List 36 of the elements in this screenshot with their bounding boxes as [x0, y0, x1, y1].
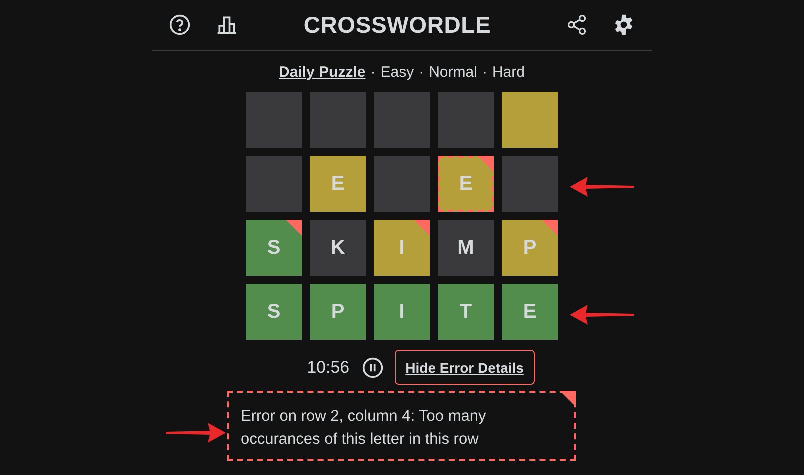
- letter-tile[interactable]: P: [502, 220, 558, 276]
- letter-tile[interactable]: [246, 92, 302, 148]
- mode-link[interactable]: Normal: [429, 64, 478, 81]
- letter-tile[interactable]: E: [438, 156, 494, 212]
- letter-tile[interactable]: [438, 92, 494, 148]
- letter-tile[interactable]: [246, 156, 302, 212]
- letter-tile[interactable]: [374, 156, 430, 212]
- letter-tile[interactable]: [502, 92, 558, 148]
- letter-tile[interactable]: P: [310, 284, 366, 340]
- letter-tile[interactable]: [502, 156, 558, 212]
- timer: 10:56: [307, 358, 350, 378]
- letter-tile[interactable]: T: [438, 284, 494, 340]
- letter-tile[interactable]: M: [438, 220, 494, 276]
- pause-icon[interactable]: [362, 356, 384, 378]
- mode-link[interactable]: Hard: [492, 64, 525, 81]
- settings-icon[interactable]: [613, 14, 635, 36]
- letter-tile[interactable]: [310, 92, 366, 148]
- error-message: Error on row 2, column 4: Too many occurances of this letter in this row: [241, 408, 486, 448]
- letter-tile[interactable]: E: [502, 284, 558, 340]
- letter-tile[interactable]: K: [310, 220, 366, 276]
- letter-tile[interactable]: I: [374, 284, 430, 340]
- bar-chart-icon[interactable]: [216, 14, 238, 36]
- letter-tile[interactable]: S: [246, 284, 302, 340]
- separator-dot: ·: [370, 64, 376, 81]
- share-icon[interactable]: [566, 14, 588, 36]
- hide-error-details-button[interactable]: Hide Error Details: [394, 350, 535, 385]
- letter-tile[interactable]: E: [310, 156, 366, 212]
- letter-tile[interactable]: I: [374, 220, 430, 276]
- app-title: CROSSWORDLE: [302, 12, 492, 38]
- help-icon[interactable]: [169, 14, 191, 36]
- mode-link[interactable]: Easy: [380, 64, 414, 81]
- letter-tile[interactable]: S: [246, 220, 302, 276]
- letter-tile[interactable]: [374, 92, 430, 148]
- mode-link[interactable]: Daily Puzzle: [279, 64, 366, 81]
- separator-dot: ·: [419, 64, 424, 81]
- separator-dot: ·: [482, 64, 488, 81]
